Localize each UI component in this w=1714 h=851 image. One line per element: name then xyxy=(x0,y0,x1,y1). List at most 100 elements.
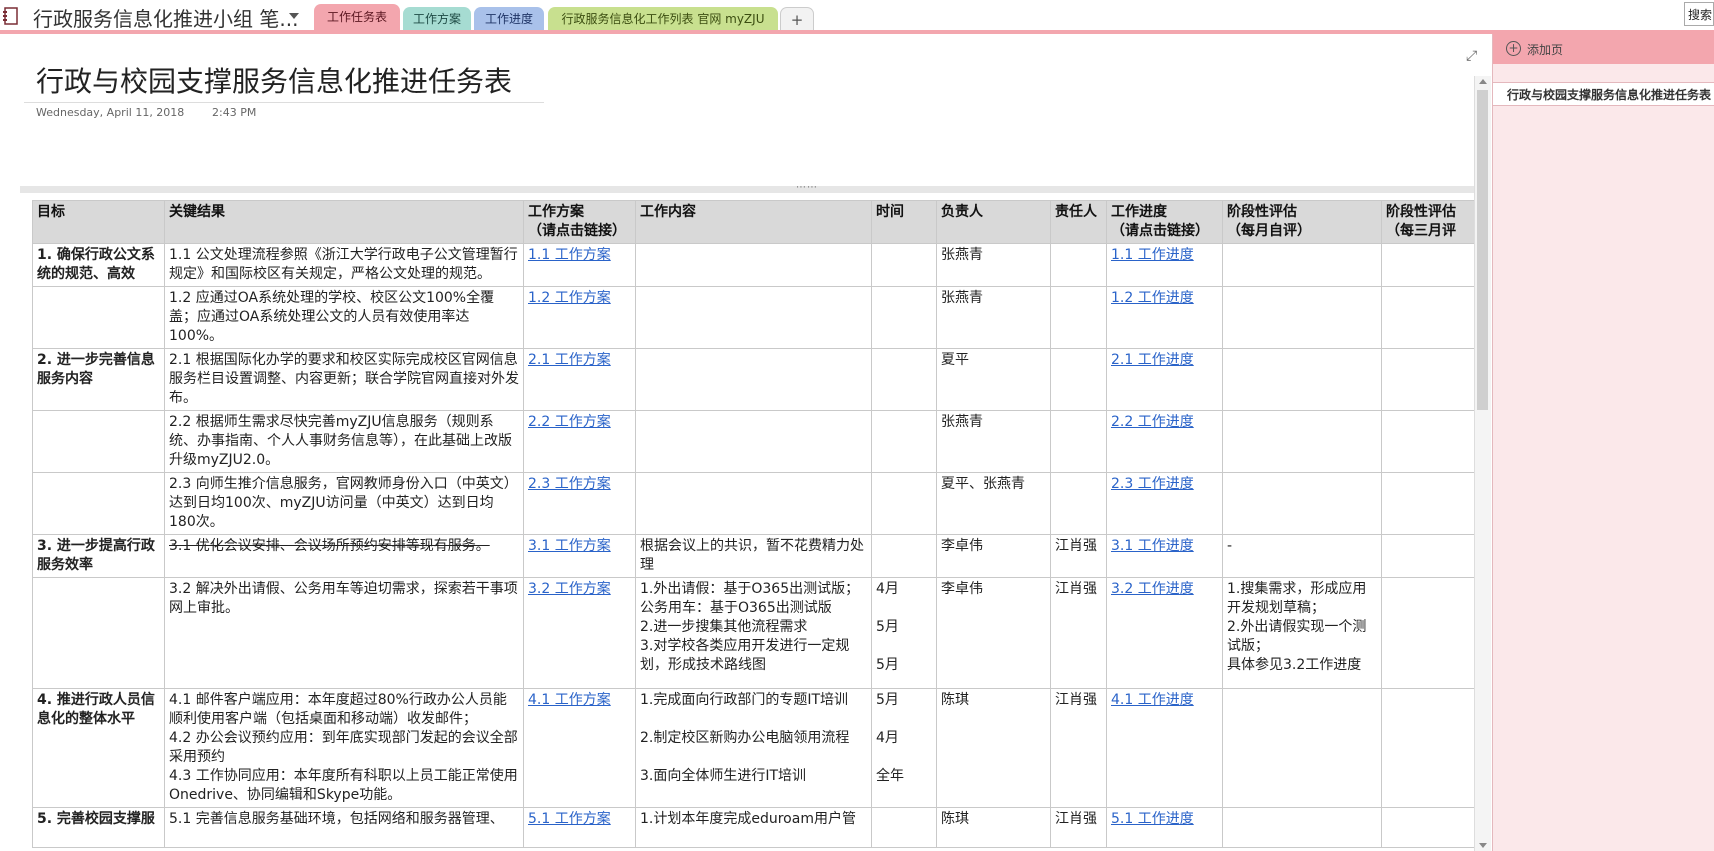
monthly-eval-cell[interactable] xyxy=(1222,410,1382,473)
scroll-thumb[interactable] xyxy=(1477,90,1488,410)
work-progress-link-cell[interactable]: 2.3 工作进度 xyxy=(1106,472,1223,535)
responsible-cell[interactable]: 江肖强 xyxy=(1050,807,1107,848)
work-plan-link-cell[interactable]: 3.1 工作方案 xyxy=(523,534,636,578)
header-owner[interactable]: 负责人 xyxy=(936,200,1051,244)
scroll-up-icon[interactable] xyxy=(1479,79,1487,84)
work-progress-link[interactable]: 2.1 工作进度 xyxy=(1111,352,1194,368)
work-progress-link[interactable]: 1.2 工作进度 xyxy=(1111,290,1194,306)
work-content-cell[interactable]: 根据会议上的共识，暂不花费精力处理 xyxy=(635,534,872,578)
key-result-cell[interactable]: 5.1 完善信息服务基础环境，包括网络和服务器管理、 xyxy=(164,807,524,848)
monthly-eval-cell[interactable] xyxy=(1222,688,1382,808)
work-progress-link-cell[interactable]: 1.1 工作进度 xyxy=(1106,243,1223,287)
quarterly-eval-cell[interactable] xyxy=(1381,577,1474,689)
key-result-cell[interactable]: 1.2 应通过OA系统处理的学校、校区公文100%全覆盖；应通过OA系统处理公文… xyxy=(164,286,524,349)
work-plan-link[interactable]: 5.1 工作方案 xyxy=(528,811,611,827)
key-result-cell[interactable]: 2.3 向师生推介信息服务，官网教师身份入口（中英文）达到日均100次、myZJ… xyxy=(164,472,524,535)
work-plan-link-cell[interactable]: 1.2 工作方案 xyxy=(523,286,636,349)
search-input[interactable]: 搜索 xyxy=(1684,2,1714,26)
quarterly-eval-cell[interactable] xyxy=(1381,472,1474,535)
goal-cell[interactable] xyxy=(32,577,165,689)
work-plan-link[interactable]: 2.3 工作方案 xyxy=(528,476,611,492)
work-plan-link-cell[interactable]: 3.2 工作方案 xyxy=(523,577,636,689)
quarterly-eval-cell[interactable] xyxy=(1381,534,1474,578)
goal-cell[interactable] xyxy=(32,472,165,535)
work-content-cell[interactable] xyxy=(635,286,872,349)
monthly-eval-cell[interactable] xyxy=(1222,286,1382,349)
quarterly-eval-cell[interactable] xyxy=(1381,807,1474,848)
header-work-plan[interactable]: 工作方案 （请点击链接） xyxy=(523,200,636,244)
quarterly-eval-cell[interactable] xyxy=(1381,348,1474,411)
work-plan-link[interactable]: 3.2 工作方案 xyxy=(528,581,611,597)
time-cell[interactable] xyxy=(871,534,937,578)
header-key-results[interactable]: 关键结果 xyxy=(164,200,524,244)
notebook-icon[interactable] xyxy=(2,6,22,26)
work-progress-link-cell[interactable]: 3.1 工作进度 xyxy=(1106,534,1223,578)
time-cell[interactable] xyxy=(871,348,937,411)
responsible-cell[interactable]: 江肖强 xyxy=(1050,577,1107,689)
expand-icon[interactable]: ⤢ xyxy=(1466,48,1477,64)
time-cell[interactable] xyxy=(871,472,937,535)
work-progress-link[interactable]: 2.2 工作进度 xyxy=(1111,414,1194,430)
quarterly-eval-cell[interactable] xyxy=(1381,286,1474,349)
work-progress-link-cell[interactable]: 2.2 工作进度 xyxy=(1106,410,1223,473)
work-progress-link[interactable]: 2.3 工作进度 xyxy=(1111,476,1194,492)
work-plan-link-cell[interactable]: 2.3 工作方案 xyxy=(523,472,636,535)
header-goal[interactable]: 目标 xyxy=(32,200,165,244)
tab-work-task-list[interactable]: 工作任务表 xyxy=(314,4,400,31)
owner-cell[interactable]: 李卓伟 xyxy=(936,577,1051,689)
key-result-cell[interactable]: 2.1 根据国际化办学的要求和校区实际完成校区官网信息服务栏目设置调整、内容更新… xyxy=(164,348,524,411)
key-result-cell[interactable]: 4.1 邮件客户端应用：本年度超过80%行政办公人员能顺利使用客户端（包括桌面和… xyxy=(164,688,524,808)
quarterly-eval-cell[interactable] xyxy=(1381,243,1474,287)
owner-cell[interactable]: 陈琪 xyxy=(936,807,1051,848)
work-progress-link-cell[interactable]: 3.2 工作进度 xyxy=(1106,577,1223,689)
add-section-button[interactable]: + xyxy=(780,7,814,32)
owner-cell[interactable]: 李卓伟 xyxy=(936,534,1051,578)
notebook-dropdown-icon[interactable] xyxy=(289,13,299,19)
responsible-cell[interactable] xyxy=(1050,472,1107,535)
work-progress-link[interactable]: 3.2 工作进度 xyxy=(1111,581,1194,597)
vertical-scrollbar[interactable] xyxy=(1474,76,1491,851)
responsible-cell[interactable]: 江肖强 xyxy=(1050,688,1107,808)
work-progress-link[interactable]: 1.1 工作进度 xyxy=(1111,247,1194,263)
monthly-eval-cell[interactable] xyxy=(1222,348,1382,411)
work-content-cell[interactable] xyxy=(635,410,872,473)
time-cell[interactable] xyxy=(871,807,937,848)
drag-handle-icon[interactable]: ⋯⋯ xyxy=(796,182,818,193)
work-progress-link[interactable]: 5.1 工作进度 xyxy=(1111,811,1194,827)
time-cell[interactable] xyxy=(871,410,937,473)
work-content-cell[interactable]: 1.计划本年度完成eduroam用户管 xyxy=(635,807,872,848)
work-content-cell[interactable]: 1.完成面向行政部门的专题IT培训 2.制定校区新购办公电脑领用流程 3.面向全… xyxy=(635,688,872,808)
owner-cell[interactable]: 夏平 xyxy=(936,348,1051,411)
goal-cell[interactable] xyxy=(32,410,165,473)
monthly-eval-cell[interactable]: - xyxy=(1222,534,1382,578)
goal-cell[interactable]: 4. 推进行政人员信息化的整体水平 xyxy=(32,688,165,808)
key-result-cell[interactable]: 2.2 根据师生需求尽快完善myZJU信息服务（规则系统、办事指南、个人人事财务… xyxy=(164,410,524,473)
table-container-bar[interactable] xyxy=(20,186,1480,193)
key-result-cell[interactable]: 3.2 解决外出请假、公务用车等迫切需求，探索若干事项网上审批。 xyxy=(164,577,524,689)
tab-admin-service-list[interactable]: 行政服务信息化工作列表 官网 myZJU xyxy=(548,7,778,31)
header-work-content[interactable]: 工作内容 xyxy=(635,200,872,244)
scroll-down-icon[interactable] xyxy=(1479,843,1487,848)
goal-cell[interactable] xyxy=(32,286,165,349)
work-plan-link-cell[interactable]: 1.1 工作方案 xyxy=(523,243,636,287)
goal-cell[interactable]: 1. 确保行政公文系统的规范、高效 xyxy=(32,243,165,287)
work-plan-link[interactable]: 2.1 工作方案 xyxy=(528,352,611,368)
notebook-title[interactable]: 行政服务信息化推进小组 笔... xyxy=(33,3,298,32)
work-progress-link[interactable]: 3.1 工作进度 xyxy=(1111,538,1194,554)
goal-cell[interactable]: 5. 完善校园支撑服 xyxy=(32,807,165,848)
work-content-cell[interactable] xyxy=(635,243,872,287)
responsible-cell[interactable] xyxy=(1050,243,1107,287)
monthly-eval-cell[interactable] xyxy=(1222,472,1382,535)
responsible-cell[interactable] xyxy=(1050,286,1107,349)
work-content-cell[interactable]: 1.外出请假：基于O365出测试版； 公务用车：基于O365出测试版 2.进一步… xyxy=(635,577,872,689)
page-list-item[interactable]: 行政与校园支撑服务信息化推进任务表 xyxy=(1493,82,1714,106)
header-work-progress[interactable]: 工作进度 （请点击链接） xyxy=(1106,200,1223,244)
monthly-eval-cell[interactable]: 1.搜集需求，形成应用开发规划草稿； 2.外出请假实现一个测试版； 具体参见3.… xyxy=(1222,577,1382,689)
work-plan-link[interactable]: 3.1 工作方案 xyxy=(528,538,611,554)
work-content-cell[interactable] xyxy=(635,472,872,535)
work-plan-link-cell[interactable]: 5.1 工作方案 xyxy=(523,807,636,848)
header-monthly-eval[interactable]: 阶段性评估 （每月自评） xyxy=(1222,200,1382,244)
add-page-button[interactable]: + 添加页 xyxy=(1493,34,1714,64)
work-progress-link-cell[interactable]: 1.2 工作进度 xyxy=(1106,286,1223,349)
time-cell[interactable]: 4月 5月 5月 xyxy=(871,577,937,689)
